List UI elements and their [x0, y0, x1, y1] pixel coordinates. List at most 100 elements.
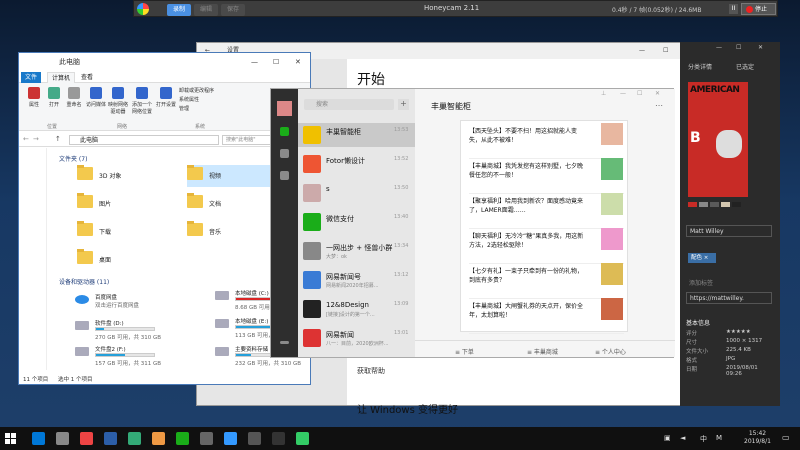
tag-chip[interactable]: 配色 ×: [688, 253, 716, 263]
taskbar-app-icon[interactable]: [152, 432, 165, 445]
chat-list-item[interactable]: s 13:50: [298, 181, 415, 205]
ime-indicator[interactable]: 中: [700, 434, 707, 444]
tab-edit[interactable]: 编辑: [194, 4, 218, 16]
color-swatch[interactable]: [732, 202, 741, 207]
menu-mall[interactable]: ≡ 丰巢商城: [527, 347, 558, 356]
manage-link[interactable]: 管理: [179, 105, 214, 114]
navigation-pane[interactable]: [19, 148, 47, 370]
ribbon-button[interactable]: 打开设置: [155, 87, 177, 108]
taskbar-app-icon[interactable]: [248, 432, 261, 445]
contacts-icon[interactable]: [280, 149, 289, 158]
search-input[interactable]: 搜索: [304, 99, 394, 110]
taskbar-app-icon[interactable]: [32, 432, 45, 445]
chat-list-item[interactable]: Fotor懒设计 13:52: [298, 152, 415, 176]
taskbar-app-icon[interactable]: [224, 432, 237, 445]
close-icon[interactable]: ✕: [655, 90, 660, 97]
menu-profile[interactable]: ≡ 个人中心: [595, 347, 626, 356]
taskbar-app-icon[interactable]: [200, 432, 213, 445]
ribbon-button[interactable]: 打开: [43, 87, 65, 108]
ribbon-button[interactable]: 重命名: [63, 87, 85, 108]
ribbon-button[interactable]: 添加一个网络位置: [131, 87, 153, 115]
color-swatch[interactable]: [721, 202, 730, 207]
avatar[interactable]: [277, 101, 292, 116]
maximize-icon[interactable]: ☐: [663, 43, 668, 59]
windows-start-icon[interactable]: [5, 433, 16, 444]
menu-icon[interactable]: [280, 341, 289, 344]
color-swatch[interactable]: [699, 202, 708, 207]
close-icon[interactable]: ✕: [295, 53, 301, 71]
taskbar-app-icon[interactable]: [176, 432, 189, 445]
folders-header[interactable]: 文件夹 (7): [59, 154, 87, 163]
chat-icon[interactable]: [280, 127, 289, 136]
maximize-icon[interactable]: ☐: [273, 53, 279, 71]
add-chat-button[interactable]: +: [398, 99, 409, 110]
url-field[interactable]: https://mattwilley.: [686, 292, 772, 304]
close-icon[interactable]: ✕: [758, 44, 763, 51]
favorites-icon[interactable]: [280, 171, 289, 180]
color-swatch[interactable]: [688, 202, 697, 207]
drive-item[interactable]: 文件盘2 (F:) 157 GB 可用，共 311 GB: [75, 343, 185, 371]
tray-m-icon[interactable]: M: [716, 434, 722, 442]
drive-item[interactable]: 软件盘 (D:) 270 GB 可用，共 310 GB: [75, 317, 185, 345]
drives-header[interactable]: 设备和驱动器 (11): [59, 277, 109, 286]
tab-save[interactable]: 保存: [221, 4, 245, 16]
taskbar-app-icon[interactable]: [56, 432, 69, 445]
minimize-icon[interactable]: —: [716, 44, 722, 51]
minimize-icon[interactable]: —: [251, 53, 258, 71]
stop-button[interactable]: 停止: [741, 3, 776, 15]
ribbon-tab-computer[interactable]: 计算机: [47, 72, 76, 83]
more-options-icon[interactable]: ⋯: [655, 101, 663, 110]
chat-list-item[interactable]: 丰巢智能柜 13:53: [298, 123, 415, 147]
folder-item[interactable]: 桌面: [77, 249, 177, 271]
address-bar[interactable]: 此电脑: [69, 135, 219, 145]
taskbar-app-icon[interactable]: [128, 432, 141, 445]
article-item[interactable]: 【聚享福利】哈用我到新农？面度感动竟来了，LAMER面霜……: [469, 191, 624, 229]
ribbon-tab-file[interactable]: 文件: [21, 72, 42, 83]
drive-item[interactable]: 百度网盘 双击运行百度网盘: [75, 291, 185, 319]
system-properties-link[interactable]: 系统属性: [179, 96, 214, 105]
speaker-icon[interactable]: ◄: [680, 434, 685, 442]
add-tag-input[interactable]: 添加标签: [686, 278, 772, 290]
taskbar-app-icon[interactable]: [104, 432, 117, 445]
back-arrow-icon[interactable]: ←: [23, 135, 29, 143]
chat-list-item[interactable]: 网易新闻号 网易新闻2020年招募... 13:12: [298, 268, 415, 292]
pause-button[interactable]: II: [729, 4, 738, 14]
article-item[interactable]: 【西天坠头】不要不扫！用这招就能人变失，从此不被难！: [469, 121, 624, 159]
system-clock[interactable]: 15:42 2019/8/1: [744, 430, 771, 446]
chat-list-item[interactable]: 网易新闻 八一：目前，2020欧洲杯... 13:01: [298, 326, 415, 350]
network-icon[interactable]: ▣: [664, 434, 671, 442]
taskbar-app-icon[interactable]: [296, 432, 309, 445]
menu-order[interactable]: ≡ 下单: [455, 347, 474, 356]
tab-selected[interactable]: 已选定: [736, 62, 754, 71]
taskbar-app-icon[interactable]: [80, 432, 93, 445]
pin-icon[interactable]: ⊥: [601, 90, 606, 97]
article-item[interactable]: 【丰巢商城】我凭发挖有这样别墅，七夕晚餐任您的不一般！: [469, 156, 624, 194]
minimize-icon[interactable]: —: [639, 43, 645, 59]
tab-details[interactable]: 分类详情: [688, 62, 712, 71]
color-swatch[interactable]: [710, 202, 719, 207]
maximize-icon[interactable]: ☐: [637, 90, 642, 97]
folder-item[interactable]: 3D 对象: [77, 165, 177, 187]
tab-record[interactable]: 录制: [167, 4, 191, 16]
folder-item[interactable]: 图片: [77, 193, 177, 215]
get-help-link[interactable]: 获取帮助: [357, 366, 385, 376]
up-arrow-icon[interactable]: ↑: [55, 135, 61, 143]
article-item[interactable]: 【七夕有礼】一束子只牵到有一份的礼物，到底有多贵？: [469, 261, 624, 299]
forward-arrow-icon[interactable]: →: [33, 135, 39, 143]
folder-item[interactable]: 下载: [77, 221, 177, 243]
article-card[interactable]: 【西天坠头】不要不扫！用这招就能人变失，从此不被难！ 【丰巢商城】我凭发挖有这样别…: [460, 120, 628, 334]
maximize-icon[interactable]: ☐: [736, 44, 741, 51]
notification-icon[interactable]: ▭: [782, 433, 790, 442]
uninstall-link[interactable]: 卸载或更改程序: [179, 87, 214, 96]
author-field[interactable]: Matt Willey: [686, 225, 772, 237]
article-item[interactable]: 【丰巢商城】大闸蟹礼券的天点开，保价全年，太划算啦！: [469, 296, 624, 334]
article-item[interactable]: 【聊天福利】无冷冷“糖”果真多我，用这新方法，2选轻松驱除！: [469, 226, 624, 264]
chat-list-item[interactable]: 12&8Design [链接]设计的第一个... 13:09: [298, 297, 415, 321]
ribbon-button[interactable]: 映射网络驱动器: [107, 87, 129, 115]
chat-list-item[interactable]: 微信支付 13:40: [298, 210, 415, 234]
ribbon-tab-view[interactable]: 查看: [77, 72, 97, 83]
chat-list-item[interactable]: 一网出步 + 怪兽小群 大梦：ok 13:34: [298, 239, 415, 263]
taskbar-app-icon[interactable]: [272, 432, 285, 445]
ribbon-button[interactable]: 属性: [23, 87, 45, 108]
minimize-icon[interactable]: —: [620, 90, 626, 97]
